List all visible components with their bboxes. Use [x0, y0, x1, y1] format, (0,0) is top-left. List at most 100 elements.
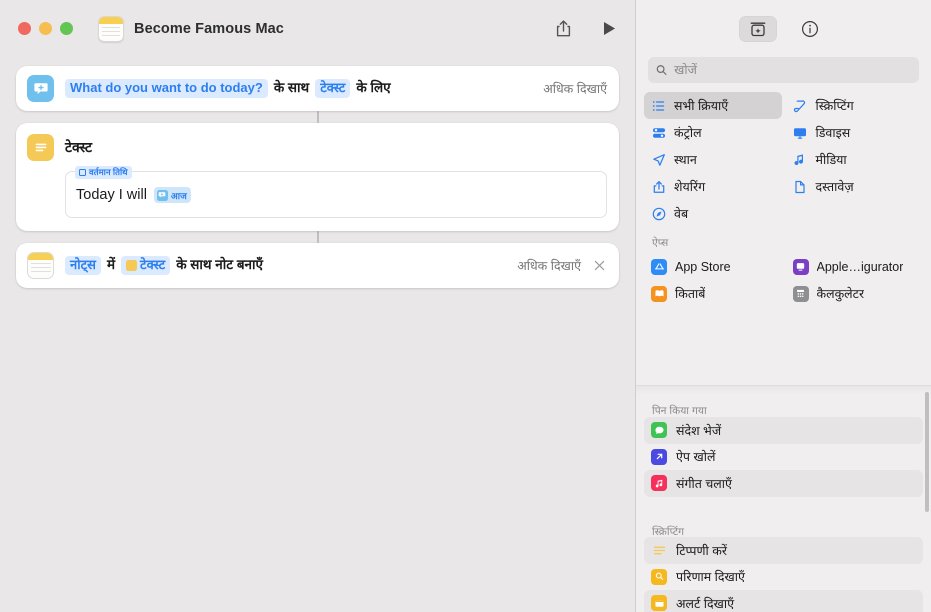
action-card-text[interactable]: टेक्स्ट वर्तमान तिथि Today I will आज	[16, 123, 619, 231]
pinned-list: संदेश भेजें ऐप खोलें संगीत चलाएँ	[636, 417, 931, 497]
app-name: App Store	[675, 259, 731, 274]
list-item-label: संदेश भेजें	[676, 423, 722, 438]
action-library-pane: सभी क्रियाएँ स्क्रिप्टिंग	[636, 0, 931, 612]
show-result-icon	[651, 568, 667, 585]
app-name: किताबें	[675, 287, 706, 301]
shortcuts-window: Become Famous Mac What do you want to do…	[0, 0, 931, 612]
section-divider	[636, 385, 931, 395]
variable-chip-label: आज	[170, 190, 187, 201]
text-token-icon	[126, 259, 138, 271]
category-label: डिवाइस	[815, 126, 851, 140]
list-item[interactable]: App Store	[644, 253, 782, 280]
music-note-icon	[793, 153, 808, 167]
close-icon[interactable]	[592, 258, 607, 273]
create-note-label: के साथ नोट बनाएँ	[176, 257, 264, 273]
current-date-tooltip: वर्तमान तिथि	[75, 166, 132, 179]
location-icon	[651, 153, 666, 167]
apps-list: App Store Apple…igurator किताबें कैलकुले…	[636, 253, 931, 307]
with-label: के साथ	[273, 80, 310, 96]
info-icon[interactable]	[791, 16, 829, 42]
action-phrase: What do you want to do today? के साथ टेक…	[65, 79, 397, 98]
document-icon	[793, 180, 808, 194]
display-icon	[793, 126, 808, 140]
zoom-window-button[interactable]	[60, 22, 73, 35]
comment-icon	[651, 542, 667, 558]
list-item-label: अलर्ट दिखाएँ	[676, 596, 735, 611]
show-more-button[interactable]: अधिक दिखाएँ	[533, 80, 607, 97]
list-item[interactable]: अलर्ट दिखाएँ	[644, 590, 923, 612]
list-icon	[651, 99, 666, 113]
action-title: टेक्स्ट	[65, 139, 93, 155]
script-icon	[793, 99, 808, 113]
list-item[interactable]: संदेश भेजें	[644, 417, 923, 444]
variable-chip-today[interactable]: आज	[153, 187, 191, 203]
share-icon[interactable]	[551, 17, 575, 41]
category-media[interactable]: मीडिया	[786, 146, 924, 173]
list-item-label: ऐप खोलें	[676, 450, 716, 465]
calendar-icon	[79, 169, 86, 176]
compass-icon	[651, 207, 666, 221]
category-label: स्क्रिप्टिंग	[815, 99, 854, 113]
search-field[interactable]	[648, 57, 919, 83]
calculator-icon	[792, 285, 809, 302]
category-label: सभी क्रियाएँ	[674, 99, 729, 113]
scripting-list: टिप्पणी करें परिणाम दिखाएँ अलर्ट दिखाएँ	[636, 537, 931, 612]
category-all-actions[interactable]: सभी क्रियाएँ	[644, 92, 782, 119]
category-label: वेब	[674, 207, 689, 221]
share-icon	[651, 180, 666, 194]
action-card-create-note[interactable]: नोट्स में टेक्स्ट के साथ नोट बनाएँ अधिक …	[16, 243, 619, 288]
prompt-token[interactable]: What do you want to do today?	[65, 79, 268, 98]
action-phrase: नोट्स में टेक्स्ट के साथ नोट बनाएँ	[65, 256, 269, 275]
in-label: में	[106, 257, 116, 273]
search-icon	[656, 65, 667, 75]
category-location[interactable]: स्थान	[644, 146, 782, 173]
category-web[interactable]: वेब	[644, 200, 782, 227]
titlebar-actions	[551, 17, 621, 41]
action-library-icon[interactable]	[738, 15, 777, 42]
ask-variable-icon	[156, 189, 168, 201]
show-more-button[interactable]: अधिक दिखाएँ	[507, 257, 581, 274]
action-connector	[316, 231, 319, 243]
app-store-icon	[651, 258, 667, 275]
library-scroll-area[interactable]: सभी क्रियाएँ स्क्रिप्टिंग कंट्रोल डिवाइस…	[636, 92, 931, 612]
content-token-text[interactable]: टेक्स्ट	[121, 256, 171, 275]
list-item-label: टिप्पणी करें	[676, 543, 727, 558]
category-documents[interactable]: दस्तावेज़	[786, 173, 924, 200]
list-item[interactable]: Apple…igurator	[786, 253, 924, 280]
category-controls[interactable]: कंट्रोल	[644, 119, 782, 146]
search-input[interactable]	[674, 63, 911, 77]
minimize-window-button[interactable]	[39, 22, 52, 35]
list-item[interactable]: कैलकुलेटर	[786, 280, 924, 307]
app-name: कैलकुलेटर	[816, 287, 865, 301]
books-icon	[651, 285, 667, 302]
window-titlebar: Become Famous Mac	[0, 0, 635, 57]
list-item[interactable]: संगीत चलाएँ	[644, 470, 923, 497]
traffic-lights	[18, 22, 73, 35]
apple-configurator-icon	[792, 258, 809, 275]
library-scrollbar[interactable]	[925, 392, 929, 512]
category-label: मीडिया	[815, 153, 847, 167]
list-item[interactable]: ऐप खोलें	[644, 444, 923, 471]
category-grid: सभी क्रियाएँ स्क्रिप्टिंग कंट्रोल डिवाइस…	[636, 92, 931, 227]
list-item[interactable]: टिप्पणी करें	[644, 537, 923, 564]
play-icon[interactable]	[597, 17, 621, 41]
input-type-token[interactable]: टेक्स्ट	[315, 79, 351, 98]
category-label: दस्तावेज़	[815, 180, 854, 194]
close-window-button[interactable]	[18, 22, 31, 35]
category-scripting[interactable]: स्क्रिप्टिंग	[786, 92, 924, 119]
category-devices[interactable]: डिवाइस	[786, 119, 924, 146]
library-toolbar	[636, 0, 931, 57]
list-item[interactable]: किताबें	[644, 280, 782, 307]
category-label: स्थान	[674, 153, 697, 167]
content-token-label: टेक्स्ट	[140, 257, 166, 273]
app-token-notes[interactable]: नोट्स	[65, 256, 101, 275]
alert-icon	[651, 595, 667, 612]
category-sharing[interactable]: शेयरिंग	[644, 173, 782, 200]
list-item[interactable]: परिणाम दिखाएँ	[644, 564, 923, 591]
search-container	[636, 57, 931, 92]
text-input-field[interactable]: वर्तमान तिथि Today I will आज	[65, 166, 607, 218]
category-label: कंट्रोल	[674, 126, 702, 140]
title-group: Become Famous Mac	[98, 15, 284, 42]
list-item-label: परिणाम दिखाएँ	[676, 570, 745, 585]
action-card-ask-for-input[interactable]: What do you want to do today? के साथ टेक…	[16, 66, 619, 111]
